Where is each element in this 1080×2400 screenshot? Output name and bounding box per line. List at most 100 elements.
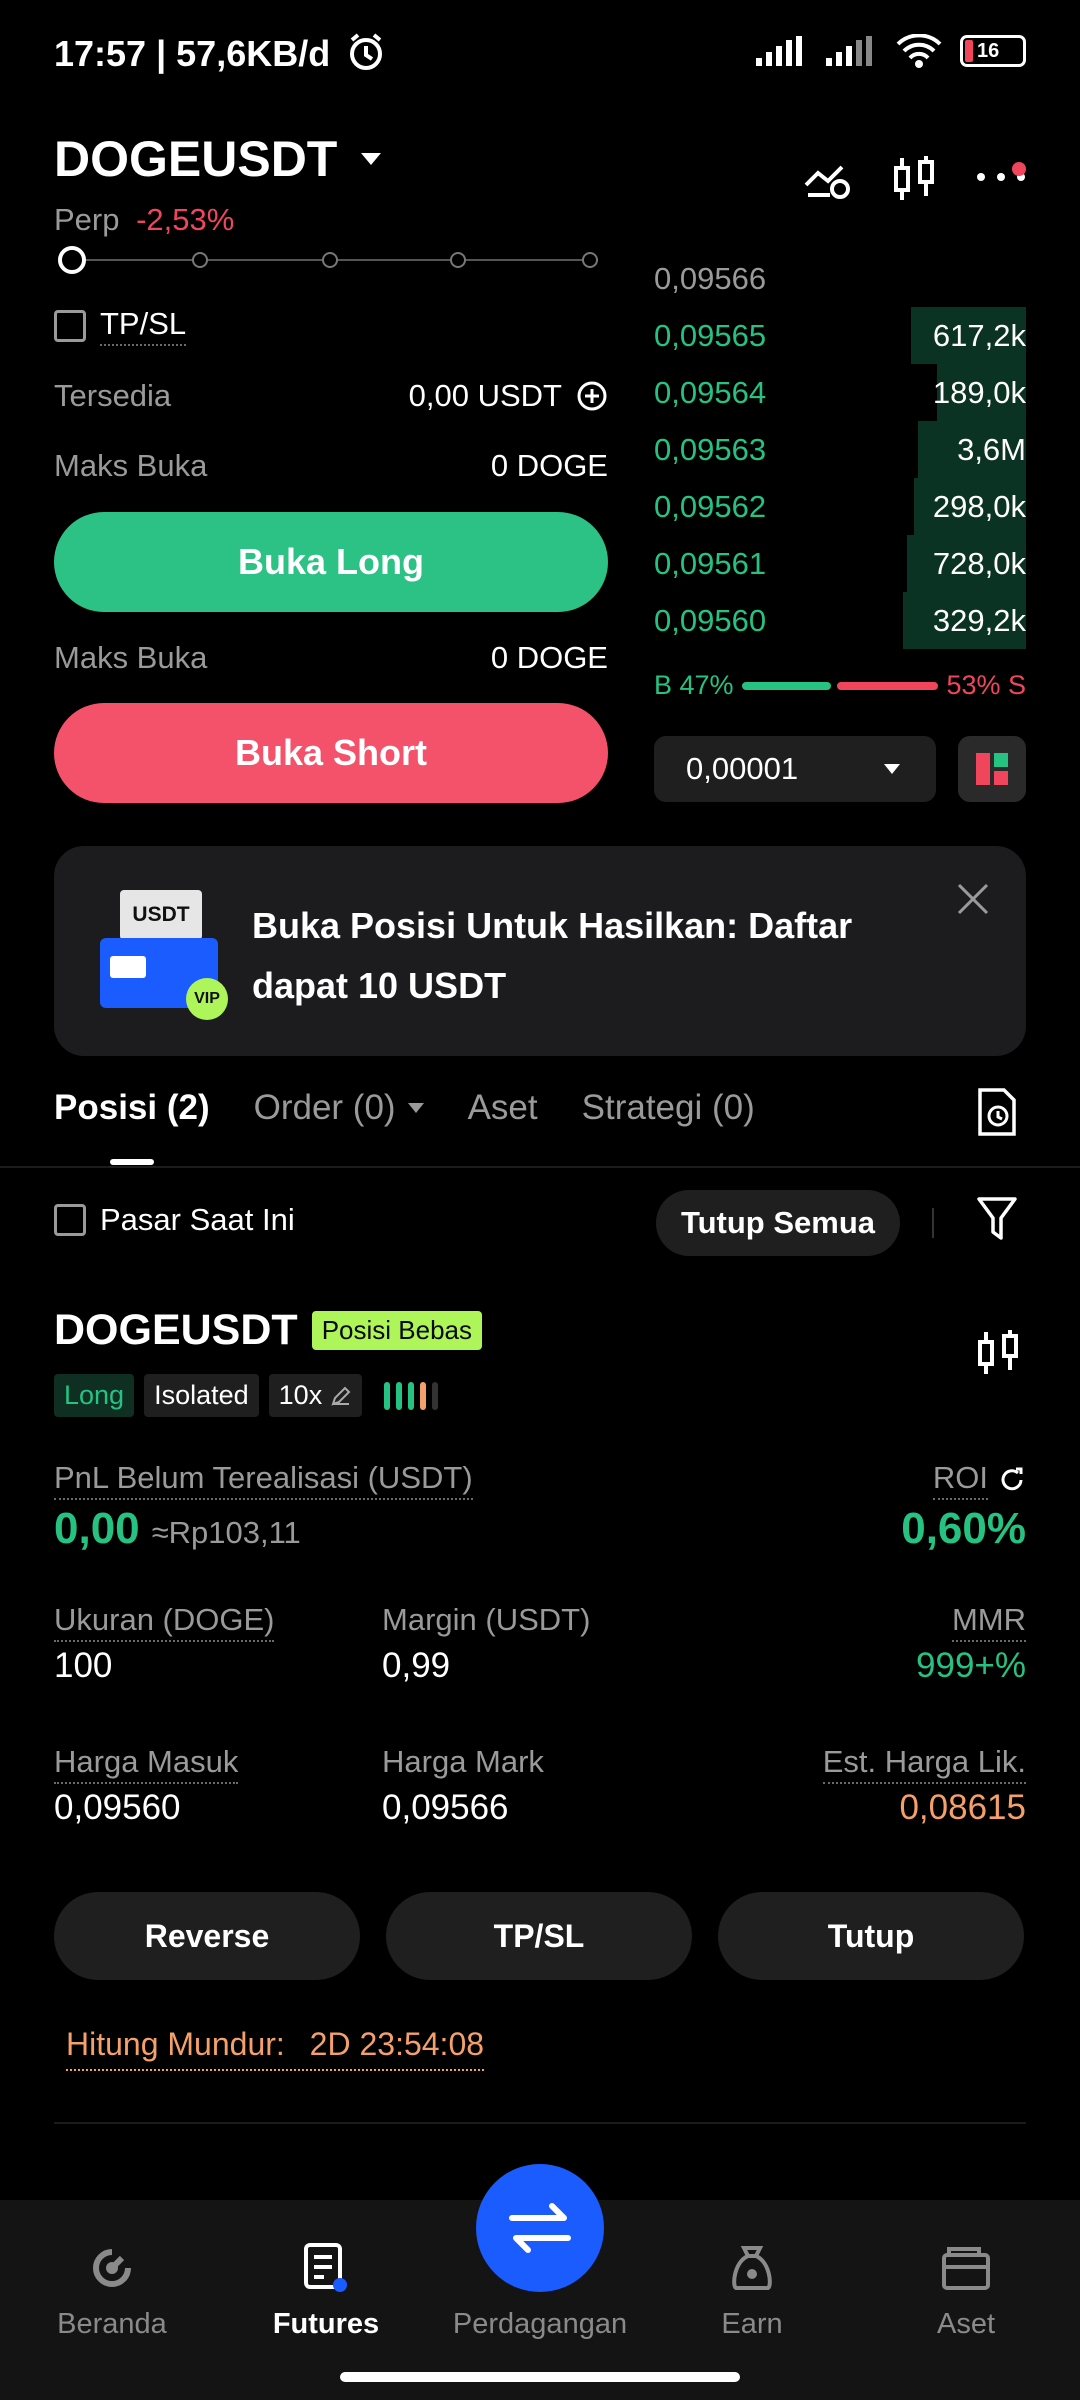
- bid-price: 0,09561: [654, 545, 767, 581]
- bid-price: 0,09564: [654, 374, 767, 410]
- trade-fab-button[interactable]: [476, 2164, 604, 2292]
- available-row: Tersedia 0,00 USDT: [54, 378, 608, 414]
- roi-value: 0,60%: [901, 1504, 1026, 1553]
- bid-row[interactable]: 0,09563 3,6M: [654, 421, 1026, 478]
- open-long-button[interactable]: Buka Long: [54, 512, 608, 612]
- nav-label: Earn: [721, 2308, 783, 2340]
- add-funds-icon[interactable]: [576, 380, 608, 412]
- amount-slider[interactable]: [58, 246, 598, 274]
- available-value: 0,00 USDT: [408, 378, 562, 413]
- bid-price: 0,09562: [654, 488, 767, 524]
- history-icon[interactable]: [976, 1088, 1018, 1136]
- tab-label: Strategi (0): [581, 1088, 755, 1127]
- bid-row[interactable]: 0,09564 189,0k: [654, 364, 1026, 421]
- margin-mode-tag: Isolated: [144, 1374, 259, 1417]
- voucher-label: USDT: [120, 890, 202, 940]
- precision-select[interactable]: 0,00001: [654, 736, 936, 802]
- bid-price: 0,09560: [654, 602, 767, 638]
- trend-alert-icon[interactable]: [804, 159, 852, 199]
- candlestick-chart-icon[interactable]: [976, 1330, 1020, 1376]
- nav-earn[interactable]: Earn: [652, 2240, 852, 2341]
- notification-dot: [1012, 162, 1026, 176]
- candlestick-chart-icon[interactable]: [892, 156, 936, 202]
- pnl-value: 0,00: [54, 1504, 140, 1553]
- slider-node[interactable]: [192, 252, 208, 268]
- wallet-icon: [942, 2247, 990, 2290]
- tab-positions[interactable]: Posisi (2): [54, 1088, 210, 1128]
- max-open-long-value: 0 DOGE: [490, 448, 608, 483]
- reverse-button[interactable]: Reverse: [54, 1892, 360, 1980]
- contract-type: Perp: [54, 202, 120, 237]
- nav-trade[interactable]: Perdagangan: [440, 2308, 640, 2341]
- max-open-short-value: 0 DOGE: [490, 640, 608, 675]
- liq-block: Est. Harga Lik. 0,08615: [822, 1744, 1026, 1828]
- bid-price: 0,09565: [654, 317, 767, 353]
- filter-icon[interactable]: [976, 1196, 1018, 1242]
- promo-banner[interactable]: USDT VIP Buka Posisi Untuk Hasilkan: Daf…: [54, 846, 1026, 1056]
- nav-assets[interactable]: Aset: [866, 2240, 1066, 2341]
- current-market-filter[interactable]: Pasar Saat Ini: [54, 1202, 295, 1238]
- bid-size: 329,2k: [932, 602, 1026, 638]
- open-short-button[interactable]: Buka Short: [54, 703, 608, 803]
- tpsl-checkbox[interactable]: [54, 310, 86, 342]
- leverage-tag[interactable]: 10x: [268, 1374, 363, 1417]
- pnl-block: PnL Belum Terealisasi (USDT) 0,00 ≈Rp103…: [54, 1460, 473, 1554]
- nav-home[interactable]: Beranda: [12, 2240, 212, 2341]
- ratio-bar: [741, 681, 939, 690]
- slider-node[interactable]: [450, 252, 466, 268]
- signal-icon-2: [826, 36, 872, 66]
- tab-label: Order (0): [253, 1088, 396, 1127]
- tpsl-toggle[interactable]: TP/SL: [54, 306, 187, 346]
- buy-ratio: B 47%: [654, 670, 734, 700]
- more-menu-button[interactable]: [976, 162, 1026, 188]
- position-tags: Long Isolated 10x: [54, 1374, 439, 1417]
- book-layout-button[interactable]: [958, 736, 1026, 802]
- tpsl-button[interactable]: TP/SL: [386, 1892, 692, 1980]
- slider-thumb[interactable]: [58, 246, 86, 274]
- battery-level: 16: [977, 39, 1000, 62]
- refresh-icon[interactable]: [998, 1466, 1026, 1494]
- status-time-text: 17:57 | 57,6KB/d: [54, 33, 331, 74]
- size-value: 100: [54, 1646, 113, 1685]
- close-position-button[interactable]: Tutup: [718, 1892, 1024, 1980]
- bid-row[interactable]: 0,09560 329,2k: [654, 592, 1026, 649]
- mark-label: Harga Mark: [382, 1744, 544, 1779]
- nav-futures[interactable]: Futures: [226, 2240, 426, 2341]
- divider: [0, 1166, 1080, 1168]
- max-open-short-row: Maks Buka 0 DOGE: [54, 640, 608, 676]
- tab-label: Aset: [467, 1088, 538, 1127]
- tab-strategies[interactable]: Strategi (0): [582, 1088, 755, 1128]
- earn-icon: [732, 2246, 772, 2290]
- vip-badge: VIP: [186, 978, 228, 1020]
- tab-assets[interactable]: Aset: [468, 1088, 538, 1128]
- futures-icon: [304, 2243, 347, 2292]
- slider-node[interactable]: [322, 252, 338, 268]
- pair-selector[interactable]: DOGEUSDT: [54, 130, 382, 188]
- max-open-label: Maks Buka: [54, 640, 208, 675]
- nav-label: Futures: [272, 2308, 380, 2340]
- divider: [54, 2122, 1026, 2124]
- last-price: 0,09566: [654, 260, 767, 296]
- buy-ratio-bar: [741, 681, 832, 690]
- position-mode-badge: Posisi Bebas: [311, 1311, 482, 1350]
- mark-block: Harga Mark 0,09566: [382, 1744, 544, 1828]
- slider-node[interactable]: [582, 252, 598, 268]
- pair-name: DOGEUSDT: [54, 131, 338, 187]
- bid-row[interactable]: 0,09561 728,0k: [654, 535, 1026, 592]
- bid-size: 617,2k: [932, 317, 1026, 353]
- size-label: Ukuran (DOGE): [54, 1602, 275, 1642]
- pnl-idr: ≈Rp103,11: [151, 1515, 301, 1550]
- close-all-button[interactable]: Tutup Semua: [656, 1190, 900, 1256]
- tab-orders[interactable]: Order (0): [254, 1088, 424, 1128]
- swap-icon: [509, 2203, 571, 2253]
- bid-row[interactable]: 0,09565 617,2k: [654, 307, 1026, 364]
- sell-ratio-bar: [837, 681, 939, 690]
- chevron-down-icon: [407, 1103, 424, 1113]
- side-tag: Long: [54, 1374, 135, 1417]
- current-market-checkbox[interactable]: [54, 1204, 86, 1236]
- precision-value: 0,00001: [686, 751, 799, 786]
- close-icon[interactable]: [956, 882, 990, 916]
- order-book: 0,09566 0,09565 617,2k 0,09564 189,0k 0,0956…: [654, 250, 1026, 649]
- bid-row[interactable]: 0,09562 298,0k: [654, 478, 1026, 535]
- battery-icon: 16: [960, 35, 1026, 67]
